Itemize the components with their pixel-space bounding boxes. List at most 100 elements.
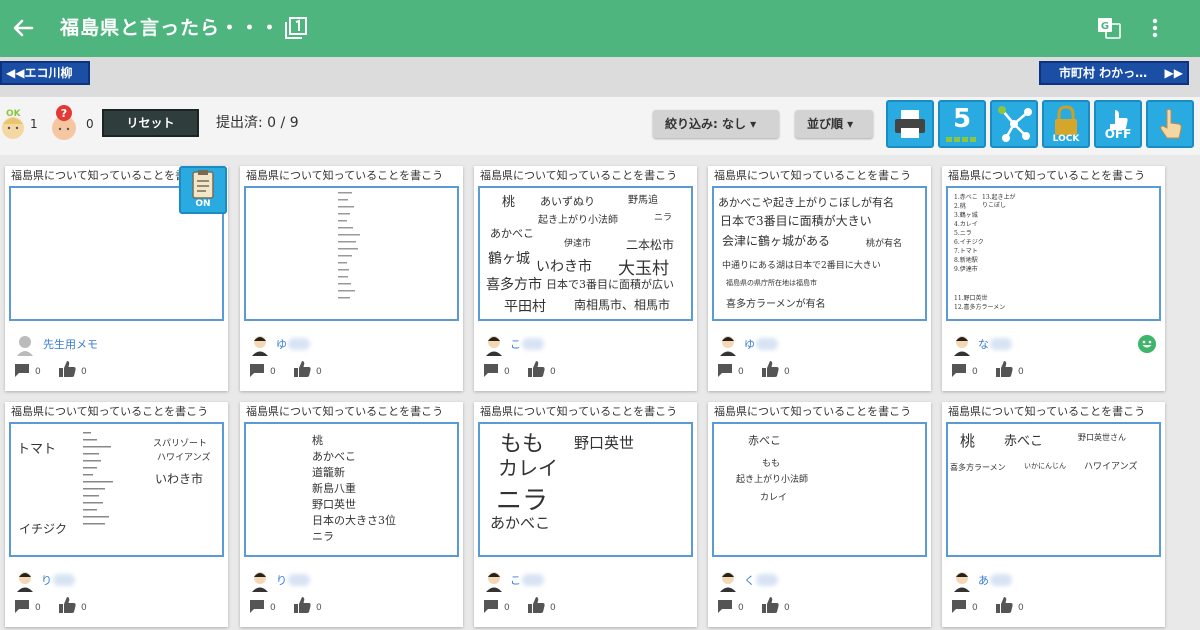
card-canvas[interactable]: あかべこや起き上がりこぼしが有名 日本で3番目に面積が大きい 会津に鶴ヶ城がある…: [712, 186, 927, 321]
comment-icon[interactable]: [950, 598, 968, 614]
comment-icon[interactable]: [482, 362, 500, 378]
next-assignment-label: 市町村 わかっ…: [1059, 66, 1148, 80]
like-icon[interactable]: [994, 360, 1014, 378]
comment-icon[interactable]: [248, 362, 266, 378]
card-heading: 福島県について知っていることを書こう: [480, 169, 678, 182]
comment-count: 0: [972, 603, 978, 613]
layers-one-icon: [285, 17, 307, 39]
canvas-text: 1.赤べこ: [954, 194, 978, 201]
name-blur: [756, 338, 778, 350]
card-canvas[interactable]: 桃 赤べこ 野口英世さん 喜多方ラーメン いかにんじん ハワイアンズ: [946, 422, 1161, 557]
like-count: 0: [81, 603, 87, 613]
name-blur: [990, 338, 1012, 350]
submission-card[interactable]: 福島県について知っていることを書こう ON 先生用メモ 0 0: [5, 166, 228, 391]
card-author: 先生用メモ: [43, 338, 98, 351]
comment-icon[interactable]: [950, 362, 968, 378]
like-icon[interactable]: [292, 596, 312, 614]
submission-card[interactable]: 福島県について知っていることを書こう ゆ 0 0: [240, 166, 463, 391]
comment-icon[interactable]: [482, 598, 500, 614]
reset-button[interactable]: リセット: [102, 109, 199, 137]
card-canvas[interactable]: 桃 あかべこ 道籠新 新島八重 野口英世 日本の大きさ3位 ニラ: [244, 422, 459, 557]
comment-icon[interactable]: [13, 598, 31, 614]
canvas-text: 道籠新: [312, 466, 345, 479]
submission-card[interactable]: 福島県について知っていることを書こう 1.赤べこ 2.桃 3.鶴ヶ城 4.カレイ…: [942, 166, 1165, 391]
canvas-text: 野馬追: [628, 195, 658, 206]
canvas-text: 新島八重: [312, 482, 356, 495]
canvas-text: 鶴ヶ城: [488, 251, 530, 267]
comment-icon[interactable]: [716, 598, 734, 614]
submission-card[interactable]: 福島県について知っていることを書こう 桃 あいずぬり 野馬追 起き上がり小法師 …: [474, 166, 697, 391]
back-button[interactable]: [8, 14, 38, 42]
like-toggle-label: OFF: [1104, 127, 1132, 141]
like-icon[interactable]: [526, 360, 546, 378]
next-assignment-button[interactable]: 市町村 わかっ… ▶▶: [1039, 61, 1189, 85]
network-icon: [998, 106, 1032, 142]
print-button[interactable]: [886, 100, 934, 148]
prev-assignment-button[interactable]: ◀◀エコ川柳: [0, 61, 90, 85]
canvas-text: カレイ: [498, 456, 558, 480]
lock-button[interactable]: LOCK: [1042, 100, 1090, 148]
like-icon[interactable]: [57, 360, 77, 378]
smile-reaction-icon: [1138, 335, 1156, 353]
submitted-status: 提出済: 0 / 9: [216, 115, 299, 131]
comment-count: 0: [738, 603, 744, 613]
card-canvas[interactable]: トマト スパリゾート ハワイアンズ いわき市 イチジク: [9, 422, 224, 557]
student-avatar-icon: [720, 572, 736, 592]
page-count-button[interactable]: [284, 16, 308, 40]
share-button[interactable]: [990, 100, 1038, 148]
more-vertical-icon: [1152, 18, 1158, 38]
submission-card[interactable]: 福島県について知っていることを書こう トマト スパリゾート ハワイアンズ いわき…: [5, 402, 228, 627]
submission-card[interactable]: 福島県について知っていることを書こう あかべこや起き上がりこぼしが有名 日本で3…: [708, 166, 931, 391]
submission-card[interactable]: 福島県について知っていることを書こう 桃 赤べこ 野口英世さん 喜多方ラーメン …: [942, 402, 1165, 627]
canvas-text: 中通りにある湖は日本で2番目に大きい: [722, 261, 881, 271]
card-author: な: [978, 338, 989, 351]
card-canvas[interactable]: 赤べこ もも 起き上がり小法師 カレイ: [712, 422, 927, 557]
filter-dropdown[interactable]: 絞り込み: なし ▾: [653, 110, 779, 138]
like-icon[interactable]: [526, 596, 546, 614]
timer-button[interactable]: 5: [938, 100, 986, 148]
comment-count: 0: [270, 367, 276, 377]
canvas-text: 4.カレイ: [954, 221, 978, 228]
canvas-text: 野口英世: [574, 434, 635, 452]
teacher-memo-toggle[interactable]: ON: [179, 166, 227, 214]
translate-button[interactable]: G: [1097, 17, 1121, 39]
canvas-text: 喜多方市: [486, 277, 542, 293]
card-heading: 福島県について知っていることを書こう: [480, 405, 678, 418]
card-author: り: [41, 574, 52, 587]
like-icon[interactable]: [760, 360, 780, 378]
submission-card[interactable]: 福島県について知っていることを書こう もも 野口英世 カレイ ニラ あかべこ こ…: [474, 402, 697, 627]
comment-icon[interactable]: [248, 598, 266, 614]
like-count: 0: [784, 367, 790, 377]
sort-dropdown[interactable]: 並び順 ▾: [795, 110, 873, 138]
like-icon[interactable]: [994, 596, 1014, 614]
more-menu-button[interactable]: [1144, 14, 1166, 42]
card-canvas[interactable]: 桃 あいずぬり 野馬追 起き上がり小法師 ニラ あかべこ 伊達市 二本松市 鶴ヶ…: [478, 186, 693, 321]
canvas-text: ニラ: [312, 530, 334, 543]
submission-card[interactable]: 福島県について知っていることを書こう 桃 あかべこ 道籠新 新島八重 野口英世 …: [240, 402, 463, 627]
comment-icon[interactable]: [716, 362, 734, 378]
ok-count: 1: [30, 117, 38, 131]
hand-pointer-icon: [1160, 108, 1182, 139]
submission-card[interactable]: 福島県について知っていることを書こう 赤べこ もも 起き上がり小法師 カレイ く…: [708, 402, 931, 627]
tiny-list-illustration: [338, 192, 360, 299]
card-heading: 福島県について知っていることを書こう: [714, 405, 912, 418]
card-canvas[interactable]: もも 野口英世 カレイ ニラ あかべこ: [478, 422, 693, 557]
card-author: こ: [510, 338, 521, 351]
student-avatar-icon: [954, 336, 970, 356]
like-count: 0: [550, 367, 556, 377]
card-canvas[interactable]: [244, 186, 459, 321]
like-icon[interactable]: [760, 596, 780, 614]
student-avatar-icon: [486, 572, 502, 592]
like-toggle-button[interactable]: OFF: [1094, 100, 1142, 148]
card-canvas[interactable]: 1.赤べこ 2.桃 3.鶴ヶ城 4.カレイ 5.ニラ 6.イチジク 7.トマト …: [946, 186, 1161, 321]
like-icon[interactable]: [57, 596, 77, 614]
canvas-text: スパリゾート: [153, 439, 208, 449]
canvas-text: 桃: [960, 432, 976, 450]
like-icon[interactable]: [292, 360, 312, 378]
card-author: こ: [510, 574, 521, 587]
comment-icon[interactable]: [13, 362, 31, 378]
canvas-text: カレイ: [760, 493, 788, 503]
pointer-button[interactable]: [1146, 100, 1194, 148]
like-count: 0: [784, 603, 790, 613]
canvas-text: 12.喜多方ラーメン: [954, 304, 1006, 311]
